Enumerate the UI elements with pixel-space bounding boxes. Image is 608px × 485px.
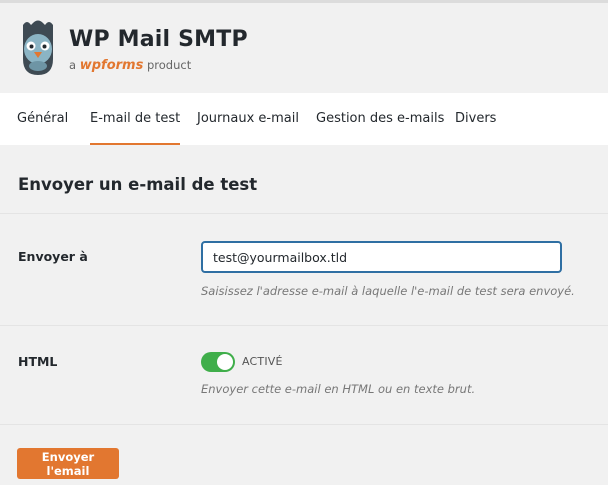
tab-general[interactable]: Général bbox=[17, 93, 68, 145]
divider bbox=[0, 213, 608, 214]
wpforms-brand: wpforms bbox=[79, 58, 144, 73]
toggle-knob bbox=[217, 354, 233, 370]
subtitle-prefix: a bbox=[69, 58, 77, 72]
plugin-title: WP Mail SMTP bbox=[69, 27, 248, 52]
send-to-hint: Saisissez l'adresse e-mail à laquelle l'… bbox=[201, 284, 575, 298]
settings-tabs: Général E-mail de test Journaux e-mail G… bbox=[0, 93, 608, 145]
html-toggle[interactable] bbox=[201, 352, 235, 372]
divider bbox=[0, 424, 608, 425]
tab-test-email[interactable]: E-mail de test bbox=[90, 93, 181, 145]
tab-email-logs[interactable]: Journaux e-mail bbox=[197, 93, 299, 145]
send-to-label: Envoyer à bbox=[18, 249, 88, 264]
html-label: HTML bbox=[18, 354, 58, 369]
tab-email-controls[interactable]: Gestion des e-mails bbox=[316, 93, 444, 145]
subtitle-suffix: product bbox=[146, 58, 192, 72]
plugin-subtitle: a wpforms product bbox=[69, 58, 191, 73]
plugin-header: WP Mail SMTP a wpforms product bbox=[0, 3, 608, 93]
send-email-button[interactable]: Envoyer l'email bbox=[17, 448, 119, 479]
html-toggle-label: ACTIVÉ bbox=[242, 355, 283, 368]
html-hint: Envoyer cette e-mail en HTML ou en texte… bbox=[201, 382, 476, 396]
test-email-panel: Envoyer un e-mail de test Envoyer à Sais… bbox=[0, 145, 608, 485]
tab-misc[interactable]: Divers bbox=[455, 93, 496, 145]
send-to-input[interactable] bbox=[201, 241, 562, 273]
divider bbox=[0, 325, 608, 326]
section-title: Envoyer un e-mail de test bbox=[18, 175, 258, 194]
pigeon-logo-icon bbox=[15, 19, 61, 77]
